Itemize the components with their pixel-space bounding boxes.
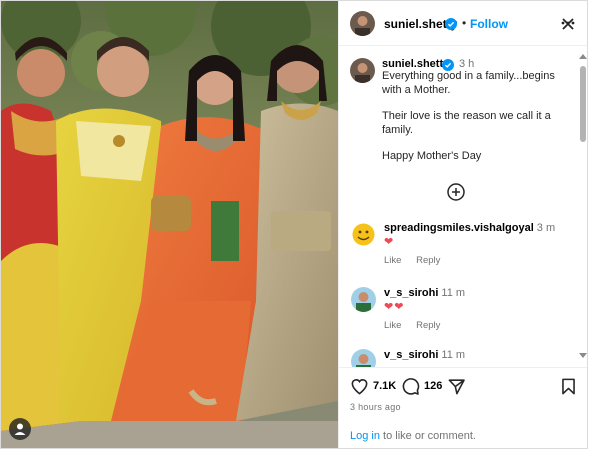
separator-dot: •	[462, 16, 467, 30]
post-actions-bar: 7.1K 126 3 hours ago Log in to like or c…	[339, 367, 587, 448]
comment-timestamp: 11 m	[441, 349, 466, 361]
caption-line: Everything good in a family...begins wit…	[382, 70, 555, 96]
comment-username-link[interactable]: v_s_sirohi	[384, 349, 438, 361]
login-prompt: Log in to like or comment.	[350, 430, 476, 442]
comment-username: v_s_sirohi 11 m	[384, 287, 465, 299]
comment-username-link[interactable]: spreadingsmiles.vishalgoyal	[384, 222, 534, 234]
comment-username: v_s_sirohi 11 m	[384, 349, 465, 361]
caption-text: Everything good in a family...begins wit…	[382, 70, 572, 177]
comment-bubble-icon[interactable]	[401, 377, 420, 396]
add-circle-icon[interactable]	[447, 183, 465, 201]
caption-line: Their love is the reason we call it a fa…	[382, 110, 551, 136]
send-icon[interactable]	[447, 377, 466, 396]
post-photo[interactable]	[1, 1, 338, 448]
comment-reply-button[interactable]: Reply	[416, 320, 440, 331]
comment-actions: Like Reply	[384, 255, 452, 266]
avatar[interactable]	[351, 287, 376, 312]
comment-timestamp: 11 m	[441, 287, 466, 299]
comments-scrollbar[interactable]	[577, 46, 587, 368]
login-link[interactable]: Log in	[350, 430, 380, 442]
comment-count[interactable]: 126	[424, 380, 442, 392]
comment-item: spreadingsmiles.vishalgoyal 3 m ❤ Like Re…	[339, 222, 579, 284]
bookmark-icon[interactable]	[559, 377, 578, 396]
heart-icon[interactable]	[350, 377, 369, 396]
comment-item: v_s_sirohi 11 m ❤❤ Like Reply	[339, 287, 579, 349]
comments-list[interactable]: suniel.shetty 3 h Everything good in a f…	[339, 46, 587, 368]
comment-username: spreadingsmiles.vishalgoyal 3 m	[384, 222, 555, 234]
user-tag-icon[interactable]	[9, 418, 31, 440]
scroll-thumb[interactable]	[580, 66, 586, 142]
follow-button[interactable]: Follow	[470, 17, 508, 31]
caption-timestamp: 3 h	[459, 58, 475, 70]
avatar[interactable]	[351, 349, 376, 368]
comment-item: v_s_sirohi 11 m	[339, 349, 579, 368]
post-timestamp: 3 hours ago	[350, 402, 401, 412]
comment-timestamp: 3 m	[536, 222, 556, 234]
comment-text: ❤	[384, 236, 395, 248]
caption-username[interactable]: suniel.shetty	[382, 58, 449, 70]
comment-like-button[interactable]: Like	[384, 255, 401, 266]
like-count[interactable]: 7.1K	[373, 380, 396, 392]
comment-text: ❤❤	[384, 301, 405, 313]
comment-username-link[interactable]: v_s_sirohi	[384, 287, 438, 299]
close-icon[interactable]	[559, 15, 577, 33]
post-sidebar: suniel.shetty • Follow suniel.shetty 3 h	[338, 1, 587, 448]
avatar[interactable]	[351, 222, 376, 247]
comment-like-button[interactable]: Like	[384, 320, 401, 331]
caption-line: Happy Mother's Day	[382, 150, 482, 162]
comment-actions: Like Reply	[384, 320, 452, 331]
login-prompt-text: to like or comment.	[379, 430, 476, 442]
post-header: suniel.shetty • Follow	[339, 1, 587, 46]
post-modal: suniel.shetty • Follow suniel.shetty 3 h	[0, 0, 588, 449]
scroll-up-arrow[interactable]	[579, 54, 587, 59]
scroll-down-arrow[interactable]	[579, 353, 587, 358]
post-image	[1, 1, 338, 448]
comment-reply-button[interactable]: Reply	[416, 255, 440, 266]
avatar[interactable]	[350, 58, 375, 83]
verified-badge-icon	[445, 17, 457, 35]
avatar[interactable]	[350, 11, 375, 36]
